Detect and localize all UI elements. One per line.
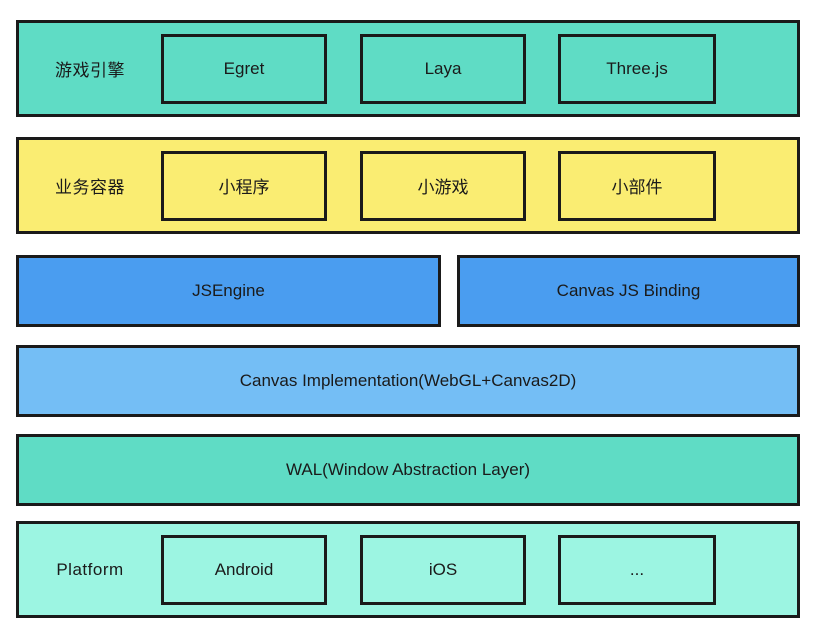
layer-js: JSEngine Canvas JS Binding bbox=[16, 255, 800, 327]
chip-android[interactable]: Android bbox=[161, 534, 327, 605]
chip-mini-widget[interactable]: 小部件 bbox=[558, 150, 716, 221]
architecture-diagram: 游戏引擎 Egret Laya Three.js 业务容器 小程序 小游戏 小部… bbox=[16, 20, 800, 618]
layer-label-business-container: 业务容器 bbox=[55, 178, 125, 197]
box-canvas-js-binding[interactable]: Canvas JS Binding bbox=[457, 255, 800, 327]
chip-mini-game[interactable]: 小游戏 bbox=[360, 150, 526, 221]
layer-chips-business-container: 小程序 小游戏 小部件 bbox=[161, 140, 797, 231]
chip-more[interactable]: ... bbox=[558, 534, 716, 605]
layer-text-wal: WAL(Window Abstraction Layer) bbox=[285, 460, 531, 479]
layer-canvas-implementation: Canvas Implementation(WebGL+Canvas2D) bbox=[16, 345, 800, 417]
layer-js-row: JSEngine Canvas JS Binding bbox=[16, 255, 800, 327]
layer-business-container: 业务容器 小程序 小游戏 小部件 bbox=[16, 137, 800, 234]
layer-platform: Platform Android iOS ... bbox=[16, 521, 800, 618]
chip-egret[interactable]: Egret bbox=[161, 33, 327, 104]
layer-chips-platform: Android iOS ... bbox=[161, 524, 797, 615]
layer-label-platform: Platform bbox=[56, 559, 124, 579]
box-jsengine[interactable]: JSEngine bbox=[16, 255, 441, 327]
layer-wal: WAL(Window Abstraction Layer) bbox=[16, 434, 800, 506]
chip-ios[interactable]: iOS bbox=[360, 534, 526, 605]
layer-chips-game-engine: Egret Laya Three.js bbox=[161, 23, 797, 114]
chip-mini-program[interactable]: 小程序 bbox=[161, 150, 327, 221]
layer-game-engine: 游戏引擎 Egret Laya Three.js bbox=[16, 20, 800, 117]
layer-label-game-engine: 游戏引擎 bbox=[55, 61, 125, 80]
chip-laya[interactable]: Laya bbox=[360, 33, 526, 104]
layer-text-canvas-implementation: Canvas Implementation(WebGL+Canvas2D) bbox=[239, 371, 577, 390]
chip-threejs[interactable]: Three.js bbox=[558, 33, 716, 104]
